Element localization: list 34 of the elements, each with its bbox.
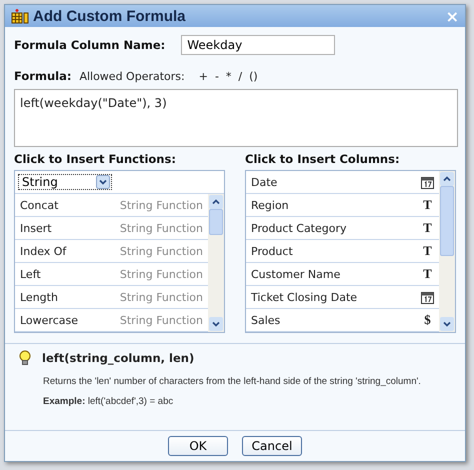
operators-list: + - * / () — [198, 70, 258, 83]
function-description: Returns the 'len' number of characters from the left-hand side of the string 'string_column'. — [43, 376, 421, 387]
scroll-up-icon[interactable] — [440, 172, 454, 186]
scrollbar[interactable] — [439, 171, 455, 332]
scroll-up-icon[interactable] — [209, 195, 223, 209]
table-icon — [11, 8, 29, 24]
formula-field[interactable]: left(weekday("Date"), 3) — [14, 89, 458, 147]
section-heading: Click to Insert Columns: — [245, 152, 401, 166]
scroll-down-icon[interactable] — [440, 317, 454, 331]
scrollbar[interactable] — [208, 194, 224, 332]
calendar-icon — [421, 176, 434, 188]
scroll-thumb[interactable] — [209, 209, 223, 235]
column-item[interactable]: Ticket Closing Date — [246, 286, 439, 309]
calendar-icon — [421, 290, 434, 304]
operators-label: Allowed Operators: — [79, 70, 185, 83]
currency-icon: $ — [421, 312, 434, 328]
section-heading: Click to Insert Functions: — [14, 152, 177, 166]
column-item[interactable]: Date — [246, 171, 439, 194]
text-type-icon: T — [421, 243, 434, 259]
ok-button[interactable]: OK — [168, 436, 228, 456]
text-type-icon: T — [421, 266, 434, 282]
cancel-button[interactable]: Cancel — [242, 436, 302, 456]
category-dropdown[interactable]: String — [18, 174, 112, 190]
scroll-thumb[interactable] — [440, 186, 454, 256]
scroll-down-icon[interactable] — [209, 317, 223, 331]
function-example: Example: left('abcdef',3) = abc — [43, 396, 174, 407]
function-signature: left(string_column, len) — [42, 351, 194, 365]
text-type-icon: T — [421, 220, 434, 236]
field-label: Formula: — [14, 69, 72, 83]
text-type-icon: T — [421, 197, 434, 213]
name-field[interactable]: Weekday — [181, 35, 336, 55]
field-label: Formula Column Name: — [14, 38, 166, 52]
lightbulb-icon — [19, 350, 31, 366]
window-title: Add Custom Formula — [33, 8, 186, 24]
